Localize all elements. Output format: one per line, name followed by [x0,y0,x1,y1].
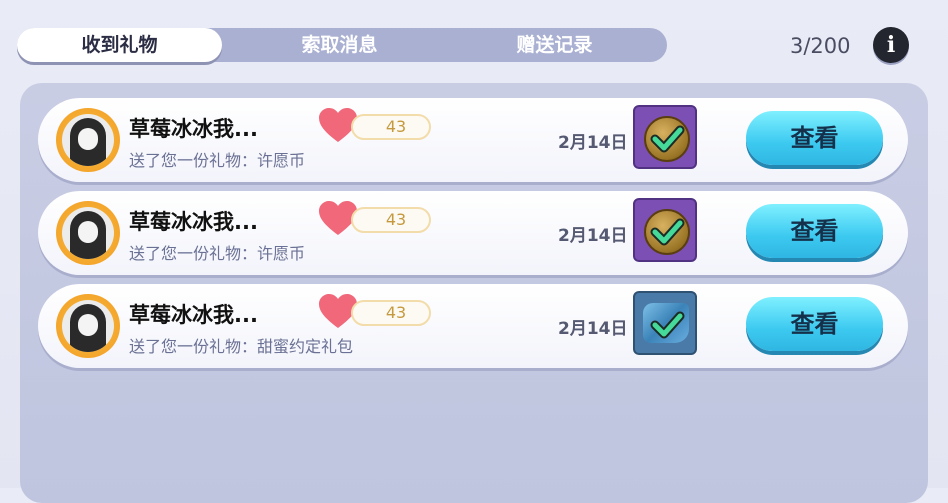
view-button[interactable]: 查看 [746,111,883,165]
gift-description: 送了您一份礼物：许愿币 [129,244,306,263]
avatar[interactable] [56,108,120,172]
intimacy-score: 43 [351,114,431,140]
tab-sent-records[interactable]: 赠送记录 [452,28,657,62]
tab-bar: 收到礼物 索取消息 赠送记录 [17,28,667,62]
check-icon [650,311,685,339]
wish-coin-icon [633,198,697,262]
gift-description: 送了您一份礼物：甜蜜约定礼包 [129,337,354,356]
tab-request-messages[interactable]: 索取消息 [247,28,432,62]
sweet-promise-pack-icon [633,291,697,355]
sender-name: 草莓冰冰我... [129,210,258,234]
avatar-image [62,300,114,352]
tab-received-gifts[interactable]: 收到礼物 [17,28,222,62]
avatar-image [62,114,114,166]
gift-row: 草莓冰冰我... 送了您一份礼物：甜蜜约定礼包 43 2月14日 查看 [38,284,908,368]
gift-date: 2月14日 [558,133,628,153]
avatar[interactable] [56,201,120,265]
gift-row: 草莓冰冰我... 送了您一份礼物：许愿币 43 2月14日 查看 [38,98,908,182]
gift-date: 2月14日 [558,319,628,339]
avatar-image [62,207,114,259]
gift-row: 草莓冰冰我... 送了您一份礼物：许愿币 43 2月14日 查看 [38,191,908,275]
gift-counter: 3/200 [790,34,851,58]
gift-description: 送了您一份礼物：许愿币 [129,151,306,170]
intimacy-score: 43 [351,300,431,326]
wish-coin-icon [633,105,697,169]
sender-name: 草莓冰冰我... [129,117,258,141]
gift-date: 2月14日 [558,226,628,246]
sender-name: 草莓冰冰我... [129,303,258,327]
info-icon[interactable]: i [873,27,909,63]
view-button[interactable]: 查看 [746,204,883,258]
avatar[interactable] [56,294,120,358]
check-icon [650,218,685,246]
check-icon [650,125,685,153]
view-button[interactable]: 查看 [746,297,883,351]
intimacy-score: 43 [351,207,431,233]
